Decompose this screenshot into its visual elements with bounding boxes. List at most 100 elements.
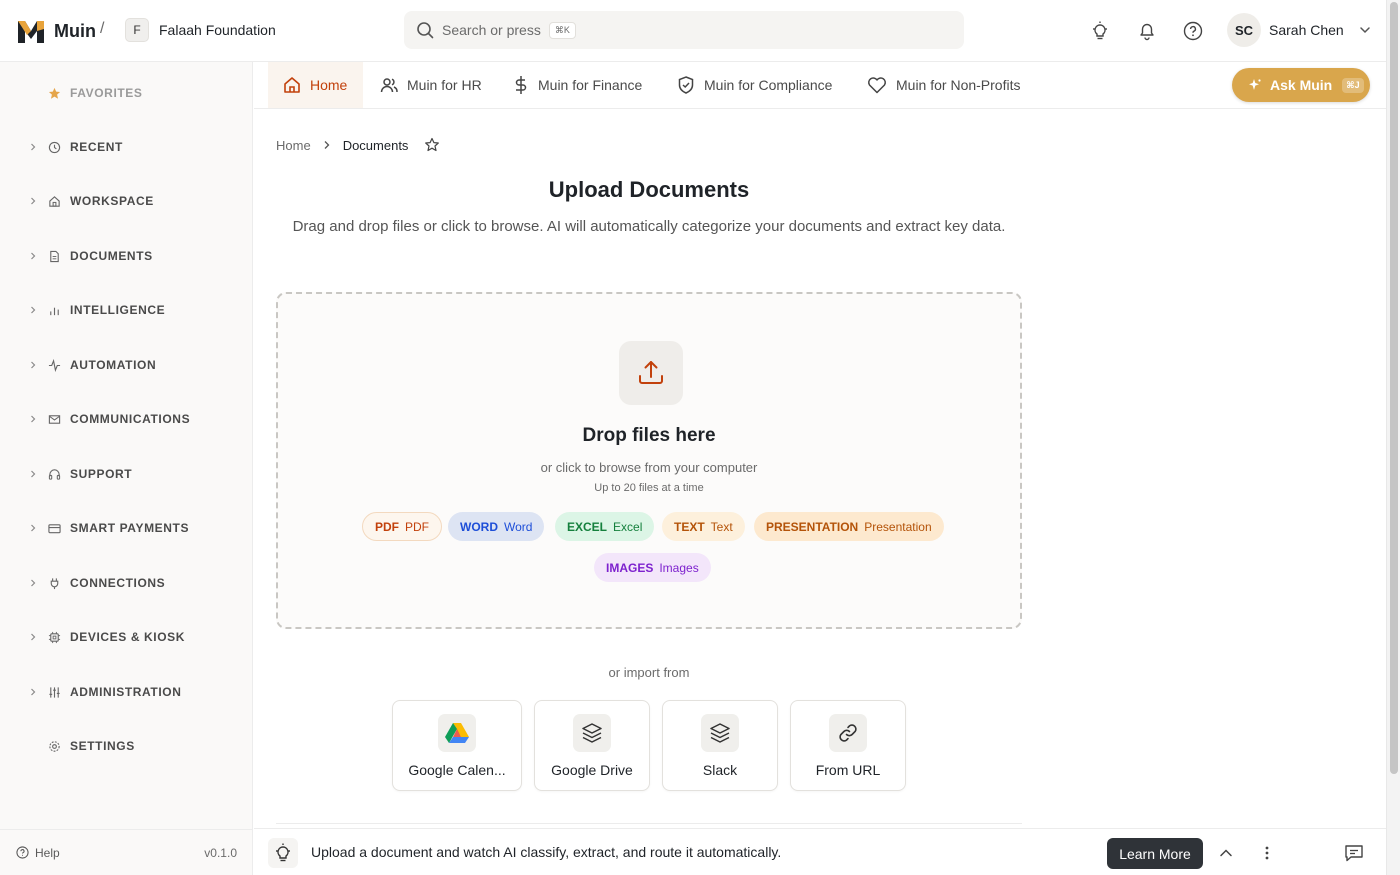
sidebar-item-administration[interactable]: ADMINISTRATION [0,680,253,704]
page-title: Upload Documents [548,177,750,202]
star-outline-icon[interactable] [424,137,440,153]
chat-icon[interactable] [1344,843,1364,863]
sidebar-item-settings[interactable]: SETTINGS [0,734,253,758]
home-icon [47,194,61,208]
bell-icon[interactable] [1136,20,1158,42]
ask-muin-button[interactable]: Ask Muin ⌘J [1232,68,1370,102]
chip-code: PDF [375,519,399,534]
user-name: Sarah Chen [1269,22,1344,38]
sidebar-item-label: RECENT [70,140,123,154]
chevron-right-icon [31,197,36,205]
dollar-icon [515,76,527,94]
scrollbar-thumb[interactable] [1390,2,1398,774]
import-from-url-button[interactable]: From URL [790,700,906,791]
sidebar-item-smart-payments[interactable]: SMART PAYMENTS [0,516,253,540]
sidebar-item-devices-kiosk[interactable]: DEVICES & KIOSK [0,625,253,649]
import-google-drive-button[interactable]: Google Drive [534,700,650,791]
search-placeholder: Search or press [442,22,541,38]
breadcrumb: Home Documents [276,137,440,153]
sidebar-item-label: SETTINGS [70,739,135,753]
home-icon [284,77,300,93]
tab-label: Home [310,77,348,93]
file-type-chip-text: TEXT Text [662,512,745,541]
users-icon [380,78,398,93]
tab-muin-for-hr[interactable]: Muin for HR [379,62,482,108]
sidebar-item-automation[interactable]: AUTOMATION [0,353,253,377]
chevron-right-icon [31,633,36,641]
chip-code: IMAGES [606,560,654,575]
page-subtitle: Drag and drop files or click to browse. … [292,218,1006,235]
layers-icon [573,714,611,752]
file-dropzone[interactable]: Drop files here or click to browse from … [276,292,1022,629]
org-switcher[interactable]: F Falaah Foundation [125,18,276,42]
tab-muin-for-non-profits[interactable]: Muin for Non-Profits [866,62,1020,108]
user-menu[interactable]: SC Sarah Chen [1227,13,1372,47]
document-icon [47,249,61,263]
file-type-chip-presentation: PRESENTATION Presentation [754,512,944,541]
lightbulb-icon[interactable] [1089,20,1111,42]
chevron-right-icon [31,143,36,151]
headset-icon [47,467,61,481]
import-source-label: From URL [815,762,881,778]
heart-icon [868,77,886,94]
chip-name: Images [659,560,699,575]
search-bar[interactable]: Search or press ⌘K [404,11,964,49]
tab-label: Muin for Compliance [704,77,833,93]
vertical-scrollbar[interactable] [1386,0,1400,875]
tab-label: Muin for Non-Profits [896,77,1021,93]
sidebar-item-workspace[interactable]: WORKSPACE [0,189,253,213]
google-drive-logo-icon [438,714,476,752]
activity-icon [47,358,61,372]
sidebar-item-label: FAVORITES [70,86,143,100]
breadcrumb-home[interactable]: Home [276,138,311,153]
more-vertical-icon[interactable] [1257,843,1277,863]
import-label: or import from [608,665,690,680]
tab-home[interactable]: Home [268,62,364,108]
tab-muin-for-compliance[interactable]: Muin for Compliance [676,62,832,108]
sidebar-item-connections[interactable]: CONNECTIONS [0,571,253,595]
tab-label: Muin for Finance [538,77,643,93]
credit-card-icon [47,521,61,535]
chevron-right-icon [324,141,330,149]
tab-muin-for-finance[interactable]: Muin for Finance [512,62,642,108]
sidebar-item-documents[interactable]: DOCUMENTS [0,244,253,268]
sidebar-item-favorites[interactable]: FAVORITES [0,81,253,105]
chevron-up-icon[interactable] [1216,843,1236,863]
layers-icon [701,714,739,752]
dropzone-subtitle: or click to browse from your computer [540,460,758,475]
chip-name: PDF [405,519,429,534]
sliders-icon [47,685,61,699]
module-tabs: Home Muin for HR Muin for Finance Muin f… [254,62,1386,109]
chevron-right-icon [31,361,36,369]
mail-icon [47,412,61,426]
import-source-label: Google Calen... [408,762,506,778]
sidebar-item-label: INTELLIGENCE [70,303,166,317]
help-label: Help [35,845,60,860]
help-circle-icon[interactable] [1182,20,1204,42]
sparkle-icon [1249,79,1261,90]
plug-icon [47,576,61,590]
import-google-calendar-button[interactable]: Google Calen... [392,700,522,791]
sidebar-item-intelligence[interactable]: INTELLIGENCE [0,298,253,322]
sidebar-item-support[interactable]: SUPPORT [0,462,253,486]
gear-icon [47,739,61,753]
chip-code: PRESENTATION [766,519,859,534]
chevron-right-icon [31,252,36,260]
org-name: Falaah Foundation [159,22,276,38]
shield-icon [678,76,694,94]
learn-more-button[interactable]: Learn More [1107,838,1203,869]
import-source-label: Google Drive [551,762,633,778]
help-link[interactable]: Help [16,846,60,860]
search-shortcut: ⌘K [548,21,576,39]
import-slack-button[interactable]: Slack [662,700,778,791]
import-source-label: Slack [702,762,738,778]
tip-bar: Upload a document and watch AI classify,… [254,828,1386,875]
file-type-chip-pdf: PDF PDF [362,512,442,541]
sidebar-item-recent[interactable]: RECENT [0,135,253,159]
upload-icon [619,341,683,405]
sidebar-item-communications[interactable]: COMMUNICATIONS [0,407,253,431]
app-logo[interactable]: Muin [16,17,96,45]
tab-label: Muin for HR [407,77,482,93]
search-icon [417,22,434,39]
ask-muin-label: Ask Muin [1270,77,1333,93]
